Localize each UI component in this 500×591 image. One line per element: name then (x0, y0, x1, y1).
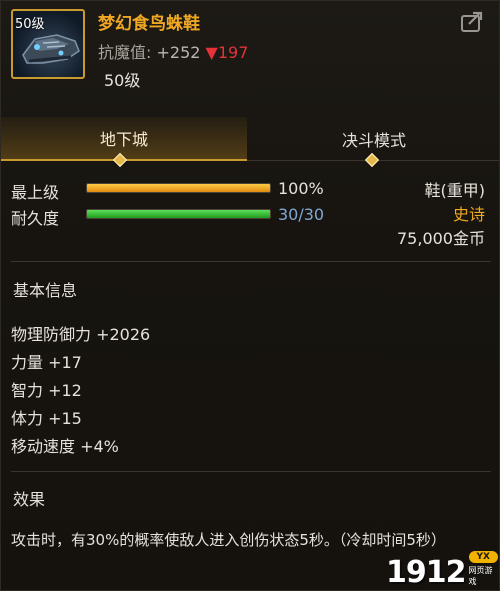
resist-label: 抗魔值: (98, 43, 152, 62)
attr-line: 体力 +15 (11, 409, 82, 428)
divider (11, 471, 491, 472)
watermark-badge: YX (468, 551, 498, 563)
durability-bar-fill (87, 210, 270, 218)
mode-tabs: 地下城 决斗模式 (1, 117, 500, 161)
max-level-bar (86, 183, 271, 193)
watermark-sub: 网页游戏 (468, 566, 493, 586)
max-level-bar-fill (87, 184, 270, 192)
watermark-digits: 1912 (386, 555, 466, 590)
divider (11, 261, 491, 262)
attr-line: 智力 +12 (11, 381, 82, 400)
effect-title: 效果 (13, 490, 46, 509)
attr-line: 力量 +17 (11, 353, 82, 372)
resist-row: 抗魔值: +252 ▼197 (98, 39, 248, 63)
max-level-label: 最上级 (11, 183, 60, 202)
tab-dungeon[interactable]: 地下城 (1, 117, 247, 161)
basic-info-title: 基本信息 (13, 281, 78, 300)
item-name: 梦幻食鸟蛛鞋 (98, 14, 200, 34)
resist-value: +252 (156, 43, 201, 62)
site-watermark-logo: 1912 YX 网页游戏 (386, 549, 498, 589)
resist-diff: ▼197 (205, 43, 249, 62)
watermark-side: YX 网页游戏 (468, 551, 498, 587)
item-price: 75,000金币 (397, 229, 485, 248)
durability-bar (86, 209, 271, 219)
durability-label: 耐久度 (11, 209, 60, 228)
boots-item-icon[interactable]: 50级 (11, 9, 85, 79)
max-level-value: 100% (278, 179, 324, 198)
item-type: 鞋(重甲) (424, 181, 486, 200)
share-button[interactable] (458, 9, 486, 35)
attr-line: 移动速度 +4% (11, 437, 119, 456)
item-tooltip-panel: 50级 梦幻食鸟蛛鞋 抗魔值: +252 ▼197 50级 地下城 决斗模式 最… (0, 0, 500, 591)
item-rarity: 史诗 (452, 205, 485, 224)
item-level-badge: 50级 (15, 17, 45, 32)
attr-line: 物理防御力 +2026 (11, 325, 151, 344)
item-level-text: 50级 (104, 71, 141, 90)
share-icon (461, 11, 483, 32)
durability-value: 30/30 (278, 205, 325, 224)
